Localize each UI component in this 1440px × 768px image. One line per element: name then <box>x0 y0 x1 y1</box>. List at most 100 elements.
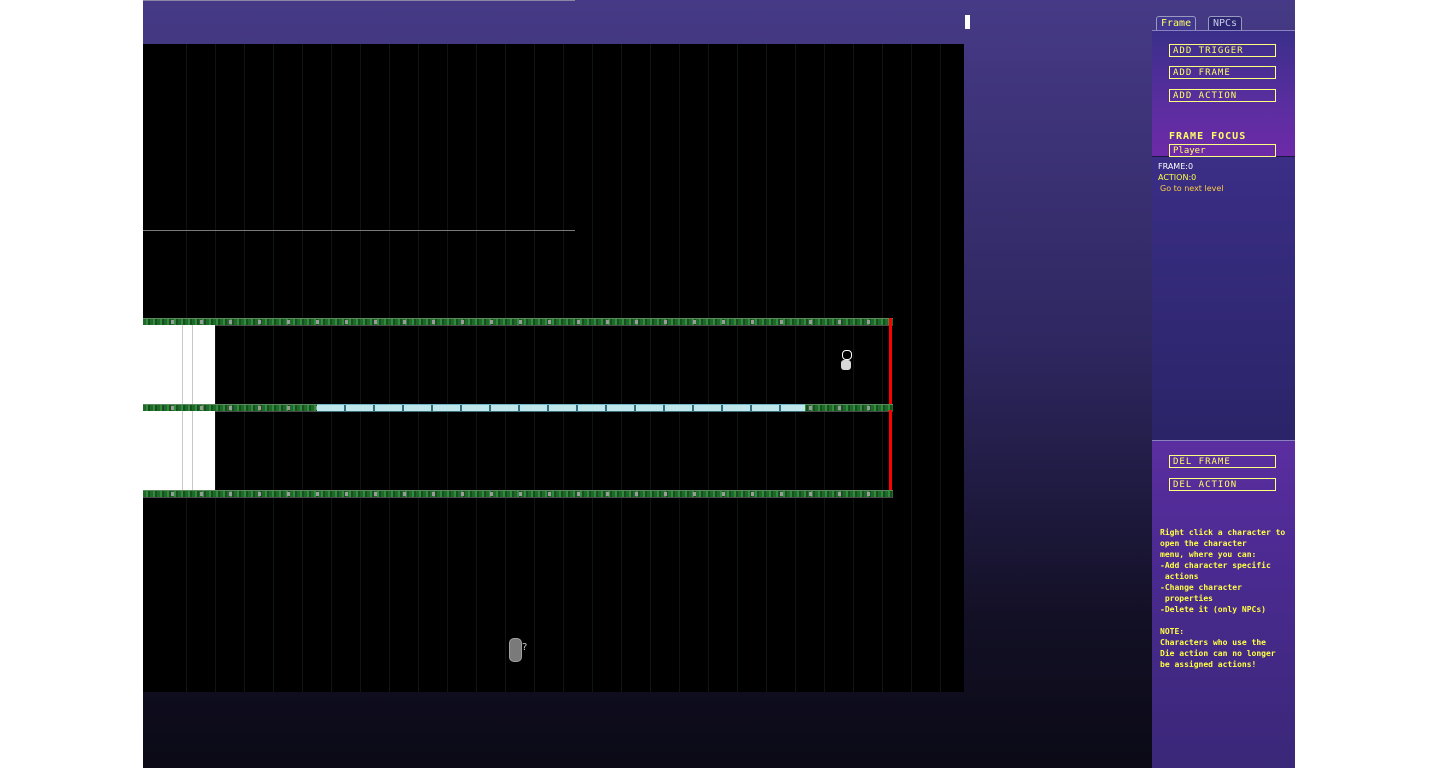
platform-node <box>838 406 841 410</box>
platform-node <box>345 320 348 324</box>
platform-node <box>200 492 203 496</box>
platform-node <box>461 492 464 496</box>
tab-frame[interactable]: Frame <box>1156 16 1197 31</box>
platform-top[interactable] <box>143 318 893 326</box>
del-frame-button[interactable]: DEL FRAME <box>1169 455 1276 468</box>
platform-node <box>374 320 377 324</box>
toolbar-divider <box>143 0 575 1</box>
platform-node <box>287 406 290 410</box>
glass-segment <box>518 405 520 411</box>
frame-focus-input[interactable] <box>1169 144 1276 157</box>
grid-line <box>911 44 912 692</box>
delete-controls: DEL FRAME DEL ACTION Right click a chara… <box>1152 440 1295 768</box>
editor-panel: Frame NPCs ADD TRIGGER ADD FRAME ADD ACT… <box>1152 14 1295 768</box>
glass-segment <box>547 405 549 411</box>
platform-node <box>809 406 812 410</box>
add-frame-button[interactable]: ADD FRAME <box>1169 66 1276 79</box>
platform-node <box>229 406 232 410</box>
grid-line <box>447 44 448 692</box>
platform-node <box>287 320 290 324</box>
grid-line <box>244 44 245 692</box>
platform-node <box>171 320 174 324</box>
glass-segment <box>344 405 346 411</box>
glass-segment <box>489 405 491 411</box>
platform-node <box>171 406 174 410</box>
glass-segment <box>431 405 433 411</box>
platform-node <box>635 492 638 496</box>
action-index-label: ACTION:0 <box>1158 173 1197 182</box>
platform-node <box>258 492 261 496</box>
glass-segment <box>721 405 723 411</box>
glass-bridge[interactable] <box>317 404 805 412</box>
glass-segment <box>634 405 636 411</box>
grid-line <box>708 44 709 692</box>
help-line: be assigned actions! <box>1160 660 1257 669</box>
exit-wall-lower[interactable] <box>889 410 892 492</box>
platform-node <box>867 406 870 410</box>
platform-node <box>751 320 754 324</box>
grid-line <box>273 44 274 692</box>
wall-block-lower[interactable] <box>143 411 215 492</box>
glass-segment <box>576 405 578 411</box>
tab-npcs[interactable]: NPCs <box>1208 16 1243 31</box>
npc-character-icon[interactable]: ? <box>509 638 529 662</box>
frame-focus-label: FRAME FOCUS <box>1169 131 1247 142</box>
platform-node <box>200 406 203 410</box>
platform-node <box>664 492 667 496</box>
platform-node <box>809 492 812 496</box>
platform-node <box>548 320 551 324</box>
platform-node <box>229 320 232 324</box>
platform-node <box>867 320 870 324</box>
platform-node <box>490 492 493 496</box>
platform-node <box>722 492 725 496</box>
glass-segment <box>373 405 375 411</box>
platform-node <box>432 492 435 496</box>
platform-node <box>519 320 522 324</box>
add-trigger-button[interactable]: ADD TRIGGER <box>1169 44 1276 57</box>
frame-controls: ADD TRIGGER ADD FRAME ADD ACTION FRAME F… <box>1152 30 1295 158</box>
glass-segment <box>402 405 404 411</box>
grid-line <box>563 44 564 692</box>
help-line: -Change character <box>1160 583 1242 592</box>
add-action-button[interactable]: ADD ACTION <box>1169 89 1276 102</box>
platform-node <box>490 320 493 324</box>
platform-node <box>345 492 348 496</box>
help-line: -Add character specific <box>1160 561 1271 570</box>
platform-node <box>693 492 696 496</box>
grid-line <box>679 44 680 692</box>
cursor-marker <box>965 15 970 29</box>
platform-node <box>432 320 435 324</box>
platform-node <box>751 492 754 496</box>
help-line <box>1160 615 1292 626</box>
platform-node <box>200 320 203 324</box>
platform-node <box>519 492 522 496</box>
platform-node <box>287 492 290 496</box>
grid-line <box>215 44 216 692</box>
platform-node <box>693 320 696 324</box>
platform-bottom[interactable] <box>143 490 893 498</box>
action-list-item[interactable]: Go to next level <box>1160 184 1224 193</box>
grid-line <box>940 44 941 692</box>
platform-node <box>258 406 261 410</box>
wall-block-upper[interactable] <box>143 325 215 406</box>
help-line: -Delete it (only NPCs) <box>1160 605 1266 614</box>
platform-node <box>374 492 377 496</box>
platform-node <box>258 320 261 324</box>
glass-segment <box>605 405 607 411</box>
help-line: Right click a character to <box>1160 528 1286 537</box>
grid-line <box>795 44 796 692</box>
grid-line <box>650 44 651 692</box>
help-line: menu, where you can: <box>1160 550 1257 559</box>
glass-segment <box>663 405 665 411</box>
platform-node <box>867 492 870 496</box>
player-character-icon[interactable] <box>840 350 852 372</box>
grid-line <box>882 44 883 692</box>
help-line: NOTE: <box>1160 627 1185 636</box>
grid-line <box>737 44 738 692</box>
grid-line <box>360 44 361 692</box>
del-action-button[interactable]: DEL ACTION <box>1169 478 1276 491</box>
exit-wall-upper[interactable] <box>889 318 892 410</box>
level-viewport[interactable]: ? <box>143 44 964 692</box>
glass-segment <box>692 405 694 411</box>
platform-node <box>780 492 783 496</box>
